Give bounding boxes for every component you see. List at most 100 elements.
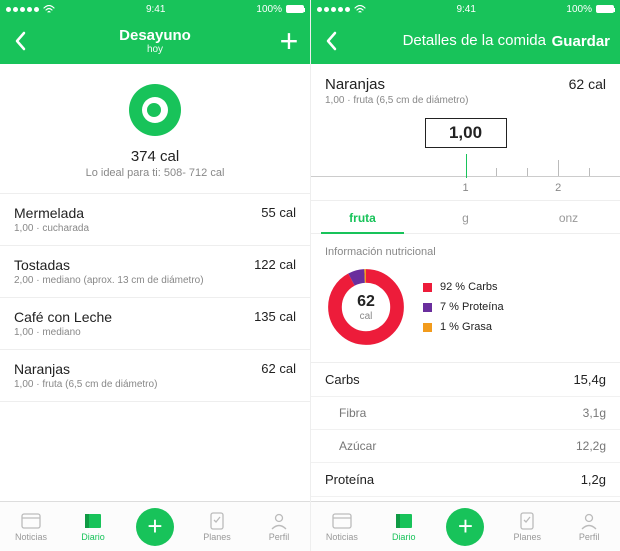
nav-subtitle: hoy <box>70 44 240 55</box>
wifi-icon <box>354 5 366 14</box>
food-cal: 135 cal <box>254 309 296 324</box>
tab-planes[interactable]: Planes <box>186 502 248 551</box>
food-sub: 1,00 · mediano <box>14 327 112 338</box>
legend-label: 92 % Carbs <box>440 281 497 293</box>
list-item[interactable]: Tostadas 2,00 · mediano (aprox. 13 cm de… <box>0 245 310 297</box>
nav-title: Detalles de la comida <box>403 32 546 49</box>
food-name: Café con Leche <box>14 309 112 325</box>
unit-tabs: fruta g onz <box>311 200 620 234</box>
swatch-fat <box>423 323 432 332</box>
tab-label: Noticias <box>326 532 358 542</box>
meal-icon <box>129 84 181 136</box>
tab-label: Planes <box>203 532 231 542</box>
quantity-input[interactable]: 1,00 <box>425 118 507 148</box>
screen-breakfast: 9:41 100% Desayuno hoy + 374 cal Lo idea… <box>0 0 310 551</box>
navbar: Detalles de la comida Guardar <box>311 18 620 64</box>
donut-val: 62 <box>357 293 375 311</box>
battery-icon <box>596 5 614 13</box>
signal-dots-icon <box>6 7 39 12</box>
status-battery-pct: 100% <box>256 4 282 15</box>
nutrient-row: Fibra3,1g <box>311 397 620 430</box>
nutrition-chart-row: 62 cal 92 % Carbs 7 % Proteína 1 % Grasa <box>311 258 620 362</box>
diary-icon <box>82 512 104 530</box>
tab-perfil[interactable]: Perfil <box>248 502 310 551</box>
tab-add[interactable]: + <box>435 502 497 551</box>
back-icon[interactable] <box>10 30 32 52</box>
status-time: 9:41 <box>456 4 475 15</box>
food-sub: 2,00 · mediano (aprox. 13 cm de diámetro… <box>14 275 204 286</box>
summary-hint: Lo ideal para ti: 508- 712 cal <box>0 167 310 179</box>
plans-icon <box>516 512 538 530</box>
tab-label: Perfil <box>579 532 600 542</box>
tab-diario[interactable]: Diario <box>373 502 435 551</box>
ruler-label: 1 <box>462 182 468 194</box>
food-sub: 1,00 · fruta (6,5 cm de diámetro) <box>14 379 157 390</box>
save-button[interactable]: Guardar <box>552 33 610 50</box>
content-scroll[interactable]: 374 cal Lo ideal para ti: 508- 712 cal M… <box>0 64 310 501</box>
diary-icon <box>393 512 415 530</box>
tab-add[interactable]: + <box>124 502 186 551</box>
tab-label: Diario <box>81 532 105 542</box>
screen-food-detail: 9:41 100% Detalles de la comida Guardar … <box>310 0 620 551</box>
tab-planes[interactable]: Planes <box>496 502 558 551</box>
food-name: Tostadas <box>14 257 204 273</box>
tab-bar: Noticias Diario + Planes Perfil <box>311 501 620 551</box>
status-time: 9:41 <box>146 4 165 15</box>
nav-title: Desayuno <box>70 27 240 44</box>
tab-bar: Noticias Diario + Planes Perfil <box>0 501 310 551</box>
signal-dots-icon <box>317 7 350 12</box>
unit-fruta[interactable]: fruta <box>311 201 414 233</box>
tab-label: Planes <box>514 532 542 542</box>
nutrition-title: Información nutricional <box>311 234 620 258</box>
food-name: Naranjas <box>325 76 468 93</box>
ruler-label: 2 <box>555 182 561 194</box>
tab-perfil[interactable]: Perfil <box>558 502 620 551</box>
tab-label: Noticias <box>15 532 47 542</box>
food-cal: 62 cal <box>569 76 606 106</box>
meal-summary: 374 cal Lo ideal para ti: 508- 712 cal <box>0 64 310 193</box>
unit-onz[interactable]: onz <box>517 201 620 233</box>
navbar: Desayuno hoy + <box>0 18 310 64</box>
nutrient-row: Proteína1,2g <box>311 463 620 497</box>
nutrient-row: Azúcar12,2g <box>311 430 620 463</box>
content-scroll[interactable]: Naranjas 1,00 · fruta (6,5 cm de diámetr… <box>311 64 620 501</box>
swatch-protein <box>423 303 432 312</box>
tab-noticias[interactable]: Noticias <box>0 502 62 551</box>
add-food-button[interactable]: + <box>278 30 300 52</box>
food-cal: 55 cal <box>261 205 296 220</box>
list-item[interactable]: Mermelada 1,00 · cucharada 55 cal <box>0 193 310 245</box>
status-bar: 9:41 100% <box>311 0 620 18</box>
swatch-carbs <box>423 283 432 292</box>
unit-g[interactable]: g <box>414 201 517 233</box>
tab-label: Diario <box>392 532 416 542</box>
status-bar: 9:41 100% <box>0 0 310 18</box>
legend-label: 7 % Proteína <box>440 301 504 313</box>
news-icon <box>20 512 42 530</box>
list-item[interactable]: Café con Leche 1,00 · mediano 135 cal <box>0 297 310 349</box>
profile-icon <box>578 512 600 530</box>
food-name: Mermelada <box>14 205 89 221</box>
food-list: Mermelada 1,00 · cucharada 55 cal Tostad… <box>0 193 310 402</box>
macros-legend: 92 % Carbs 7 % Proteína 1 % Grasa <box>423 281 504 333</box>
tab-noticias[interactable]: Noticias <box>311 502 373 551</box>
quantity-ruler[interactable]: 1 2 <box>311 148 620 200</box>
food-name: Naranjas <box>14 361 157 377</box>
plus-icon: + <box>446 508 484 546</box>
back-icon[interactable] <box>321 30 343 52</box>
food-cal: 62 cal <box>261 361 296 376</box>
legend-label: 1 % Grasa <box>440 321 492 333</box>
food-sub: 1,00 · cucharada <box>14 223 89 234</box>
plus-icon: + <box>136 508 174 546</box>
profile-icon <box>268 512 290 530</box>
battery-icon <box>286 5 304 13</box>
summary-cal: 374 cal <box>0 148 310 165</box>
wifi-icon <box>43 5 55 14</box>
macros-donut: 62 cal <box>325 266 407 348</box>
tab-diario[interactable]: Diario <box>62 502 124 551</box>
tab-label: Perfil <box>269 532 290 542</box>
status-battery-pct: 100% <box>566 4 592 15</box>
nutrient-row: Carbs15,4g <box>311 363 620 397</box>
food-cal: 122 cal <box>254 257 296 272</box>
donut-cal: cal <box>360 311 373 322</box>
list-item[interactable]: Naranjas 1,00 · fruta (6,5 cm de diámetr… <box>0 349 310 402</box>
